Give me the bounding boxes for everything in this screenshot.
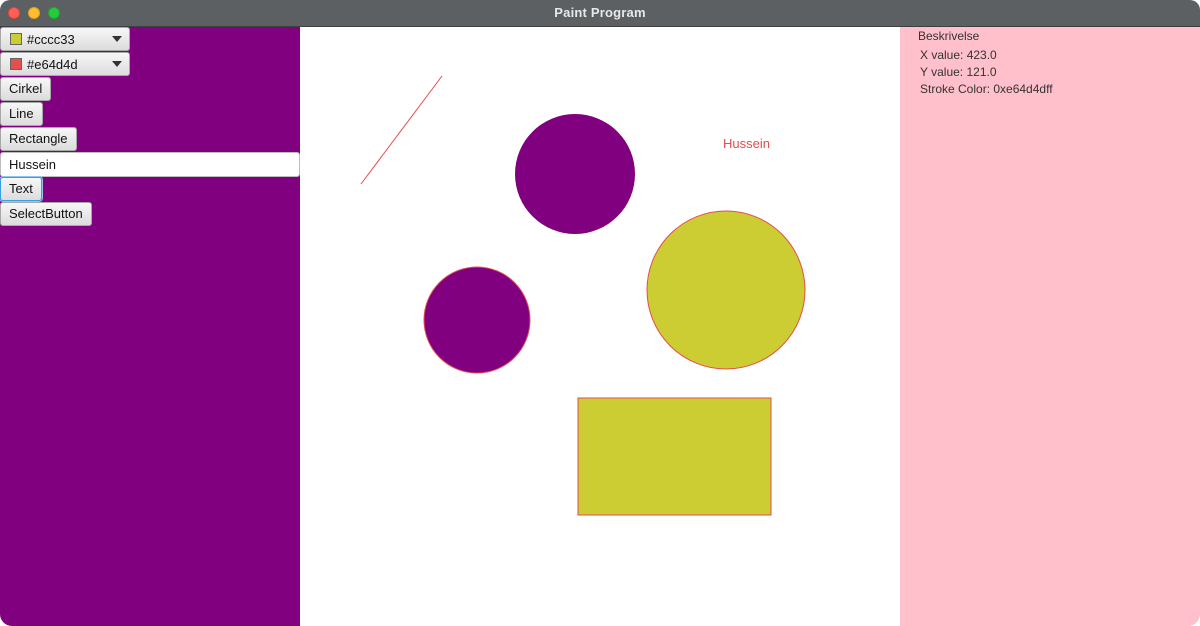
line-tool-button[interactable]: Line <box>0 102 43 126</box>
description-panel: Beskrivelse X value: 423.0 Y value: 121.… <box>900 27 1200 626</box>
title-bar: Paint Program <box>0 0 1200 27</box>
window-title: Paint Program <box>554 5 646 20</box>
app-window: Paint Program #cccc33 #e64d4d Cirkel Lin… <box>0 0 1200 626</box>
y-value-label: Y value: 121.0 <box>920 65 997 79</box>
stroke-color-value: #e64d4d <box>27 57 78 72</box>
rectangle-shape[interactable] <box>577 397 772 516</box>
rectangle-tool-button[interactable]: Rectangle <box>0 127 77 151</box>
text-input-field[interactable] <box>0 152 300 177</box>
circle-shape-purple-left[interactable] <box>423 266 531 374</box>
circle-tool-button[interactable]: Cirkel <box>0 77 52 101</box>
fill-color-picker[interactable]: #cccc33 <box>0 27 130 51</box>
stroke-color-swatch <box>10 58 22 70</box>
text-tool-button[interactable]: Text <box>0 177 42 201</box>
chevron-down-icon <box>112 61 122 67</box>
text-shape[interactable]: Hussein <box>723 136 770 151</box>
x-value-label: X value: 423.0 <box>920 48 997 62</box>
circle-shape-purple-top[interactable] <box>515 114 635 234</box>
drawing-canvas[interactable]: Hussein <box>300 27 900 626</box>
select-tool-button[interactable]: SelectButton <box>0 202 92 226</box>
description-title: Beskrivelse <box>918 29 980 43</box>
stroke-color-label: Stroke Color: 0xe64d4dff <box>920 82 1053 96</box>
stroke-color-picker[interactable]: #e64d4d <box>0 52 130 76</box>
canvas-svg[interactable]: Hussein <box>300 27 900 626</box>
line-shape[interactable] <box>360 75 443 185</box>
fill-color-value: #cccc33 <box>27 32 75 47</box>
tool-panel: #cccc33 #e64d4d Cirkel Line Rectangle Te… <box>0 27 300 626</box>
circle-shape-yellow[interactable] <box>646 210 806 370</box>
fill-color-swatch <box>10 33 22 45</box>
chevron-down-icon <box>112 36 122 42</box>
